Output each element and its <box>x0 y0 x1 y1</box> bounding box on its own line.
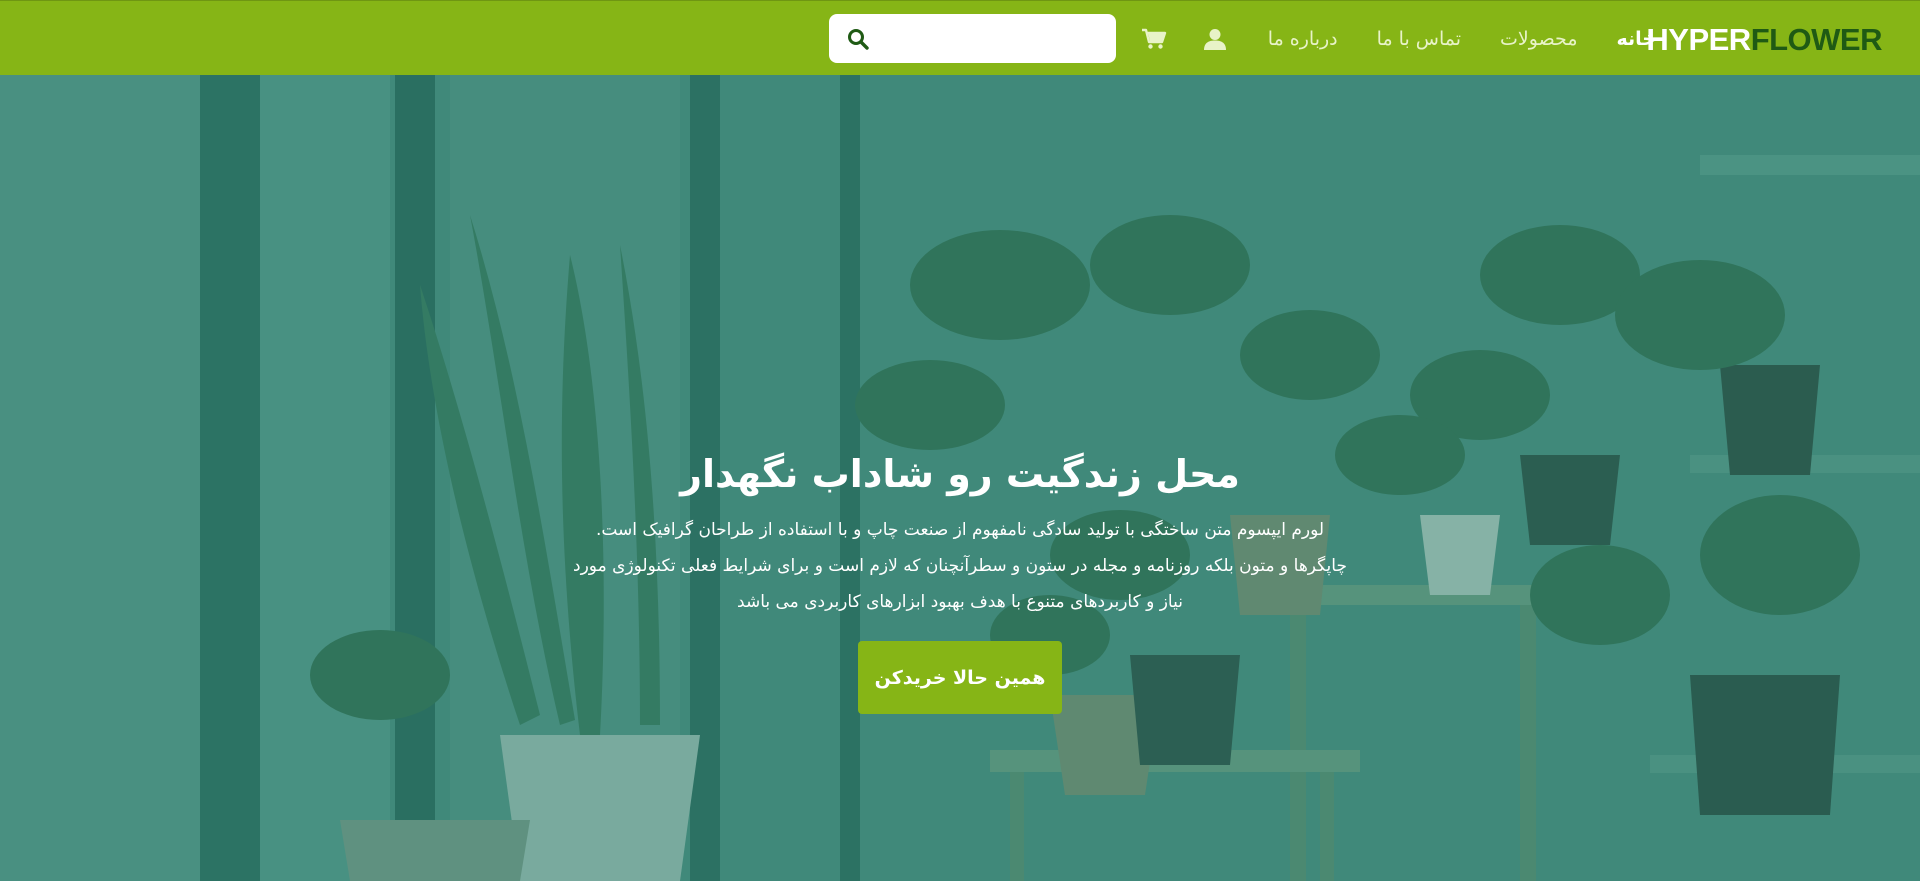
nav-item-about[interactable]: درباره ما <box>1268 27 1338 51</box>
user-account-button[interactable] <box>1202 28 1228 50</box>
brand-logo[interactable]: HYPERFLOWER <box>1646 23 1882 57</box>
nav-item-contact[interactable]: تماس با ما <box>1377 27 1461 51</box>
hero-description: لورم ایپسوم متن ساختگی با تولید سادگی نا… <box>573 520 1347 612</box>
top-navbar: HYPERFLOWER خانه محصولات تماس با ما دربا… <box>0 0 1920 75</box>
main-nav: خانه محصولات تماس با ما درباره ما <box>1268 1 1656 76</box>
hero-content: محل زندگیت رو شاداب نگهدار لورم ایپسوم م… <box>0 450 1920 714</box>
shopping-cart-button[interactable] <box>1141 28 1167 50</box>
cart-icon <box>1142 28 1167 49</box>
logo-text-hyper: HYPER <box>1646 22 1751 57</box>
user-icon <box>1204 29 1226 50</box>
search-icon[interactable] <box>847 28 869 50</box>
search-input[interactable] <box>884 14 1108 65</box>
nav-item-home[interactable]: خانه <box>1617 27 1656 51</box>
hero-section: محل زندگیت رو شاداب نگهدار لورم ایپسوم م… <box>0 75 1920 881</box>
nav-item-products[interactable]: محصولات <box>1500 27 1577 51</box>
search-box <box>829 14 1116 65</box>
hero-title: محل زندگیت رو شاداب نگهدار <box>680 452 1240 496</box>
logo-text-flower: FLOWER <box>1750 22 1883 57</box>
buy-now-button[interactable]: همین حالا خریدکن <box>858 641 1062 714</box>
